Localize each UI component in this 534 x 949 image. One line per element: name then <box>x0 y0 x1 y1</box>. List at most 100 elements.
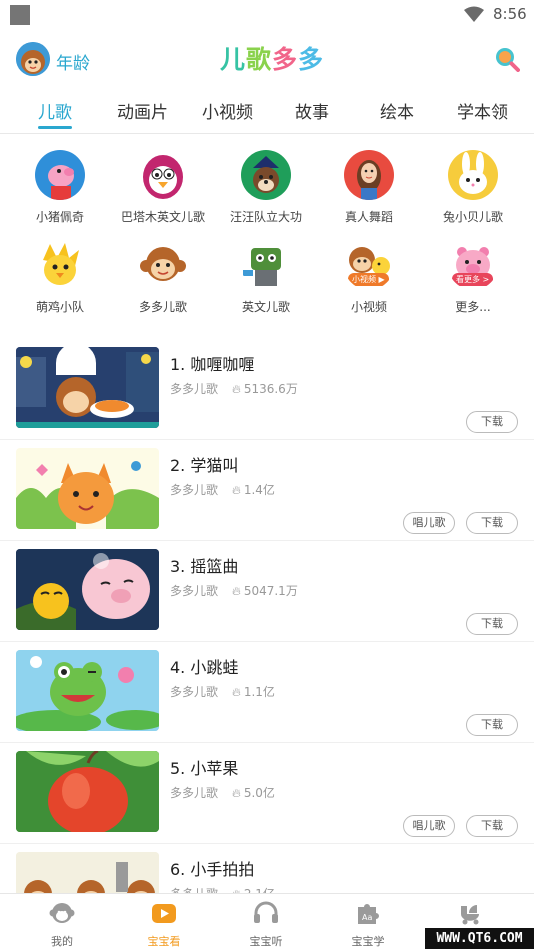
category-more[interactable]: 看更多 > 更多... <box>420 240 526 315</box>
avatar[interactable] <box>16 42 50 76</box>
category-live-dance[interactable]: 真人舞蹈 <box>316 150 422 225</box>
nav-watch[interactable]: 宝宝看 <box>124 900 204 949</box>
wifi-icon <box>464 6 484 22</box>
song-thumbnail <box>16 751 159 832</box>
age-selector[interactable]: 年龄 <box>56 49 90 74</box>
category-short-videos[interactable]: 小视频 ▶ 小视频 <box>316 240 422 315</box>
play-count: 1.4亿 <box>243 483 275 497</box>
play-count: 5136.6万 <box>243 382 298 396</box>
song-meta: 多多儿歌 🔥︎ 5.0亿 <box>170 784 275 801</box>
active-tab-indicator <box>38 126 72 129</box>
svg-text:Aa: Aa <box>362 913 372 922</box>
song-source: 多多儿歌 <box>170 786 219 800</box>
site-watermark: WWW.QT6.COM <box>425 928 534 949</box>
girl-icon <box>344 150 394 200</box>
tab-cartoons[interactable]: 动画片 <box>117 98 168 123</box>
robot-icon <box>241 240 291 290</box>
list-item[interactable]: 5. 小苹果 多多儿歌 🔥︎ 5.0亿 唱儿歌 下载 <box>0 743 534 844</box>
song-source: 多多儿歌 <box>170 685 219 699</box>
play-tv-icon <box>152 904 176 923</box>
stroller-icon <box>461 905 479 925</box>
tab-picture-books[interactable]: 绘本 <box>380 98 414 123</box>
monkey-face-icon <box>49 903 75 923</box>
puzzle-icon: Aa <box>358 904 379 924</box>
song-title: 3. 摇篮曲 <box>170 557 239 576</box>
category-paw-patrol[interactable]: 汪汪队立大功 <box>213 150 319 225</box>
category-label: 兔小贝儿歌 <box>442 210 503 224</box>
short-video-badge: 小视频 ▶ <box>348 273 389 286</box>
song-title: 2. 学猫叫 <box>170 456 239 475</box>
fire-icon: 🔥︎ <box>232 584 241 598</box>
app-header: 年龄 儿歌多多 <box>0 30 534 88</box>
song-thumbnail <box>16 448 159 529</box>
penguin-icon <box>138 150 188 200</box>
download-button[interactable]: 下载 <box>466 512 518 534</box>
song-thumbnail <box>16 650 159 731</box>
app-logo: 儿歌多多 <box>220 45 325 74</box>
song-meta: 多多儿歌 🔥︎ 5136.6万 <box>170 380 298 397</box>
nav-label: 宝宝学 <box>351 935 385 948</box>
category-duoduo-songs[interactable]: 多多儿歌 <box>110 240 216 315</box>
nav-label: 宝宝看 <box>147 935 181 948</box>
category-batamu[interactable]: 巴塔木英文儿歌 <box>110 150 216 225</box>
headphones-icon <box>254 901 278 923</box>
song-thumbnail <box>16 549 159 630</box>
pig-more-icon: 看更多 > <box>448 240 498 290</box>
song-meta: 多多儿歌 🔥︎ 5047.1万 <box>170 582 298 599</box>
fire-icon: 🔥︎ <box>232 382 241 396</box>
clock: 8:56 <box>493 5 527 23</box>
nav-learn[interactable]: Aa 宝宝学 <box>328 900 408 949</box>
fire-icon: 🔥︎ <box>232 685 241 699</box>
song-title: 1. 咖喱咖喱 <box>170 355 255 374</box>
download-button[interactable]: 下载 <box>466 815 518 837</box>
chick-icon <box>35 240 85 290</box>
category-label: 更多... <box>455 300 491 314</box>
song-source: 多多儿歌 <box>170 483 219 497</box>
tab-learn-skills[interactable]: 学本领 <box>457 98 508 123</box>
category-label: 巴塔木英文儿歌 <box>120 210 205 224</box>
song-title: 5. 小苹果 <box>170 759 239 778</box>
tab-short-videos[interactable]: 小视频 <box>202 98 253 123</box>
song-title: 6. 小手拍拍 <box>170 860 255 879</box>
download-button[interactable]: 下载 <box>466 613 518 635</box>
tab-stories[interactable]: 故事 <box>295 98 329 123</box>
rabbit-icon <box>448 150 498 200</box>
notification-icon <box>10 5 30 25</box>
nav-listen[interactable]: 宝宝听 <box>226 900 306 949</box>
list-item[interactable]: 2. 学猫叫 多多儿歌 🔥︎ 1.4亿 唱儿歌 下载 <box>0 440 534 541</box>
sing-along-button[interactable]: 唱儿歌 <box>403 815 455 837</box>
category-peppa-pig[interactable]: 小猪佩奇 <box>7 150 113 225</box>
song-meta: 多多儿歌 🔥︎ 1.4亿 <box>170 481 275 498</box>
monkey-icon <box>138 240 188 290</box>
song-thumbnail <box>16 347 159 428</box>
song-title: 4. 小跳蛙 <box>170 658 239 677</box>
list-item[interactable]: 1. 咖喱咖喱 多多儿歌 🔥︎ 5136.6万 下载 <box>0 339 534 440</box>
category-label: 小猪佩奇 <box>35 210 84 224</box>
category-tabs: 儿歌 动画片 小视频 故事 绘本 学本领 <box>0 88 534 134</box>
category-english-songs[interactable]: 英文儿歌 <box>213 240 319 315</box>
nav-label: 我的 <box>51 935 73 948</box>
download-button[interactable]: 下载 <box>466 714 518 736</box>
song-meta: 多多儿歌 🔥︎ 1.1亿 <box>170 683 275 700</box>
see-more-badge: 看更多 > <box>452 273 494 286</box>
category-label: 萌鸡小队 <box>35 300 84 314</box>
song-source: 多多儿歌 <box>170 584 219 598</box>
download-button[interactable]: 下载 <box>466 411 518 433</box>
fire-icon: 🔥︎ <box>232 483 241 497</box>
category-label: 真人舞蹈 <box>344 210 393 224</box>
nav-label: 宝宝听 <box>249 935 283 948</box>
category-label: 汪汪队立大功 <box>229 210 302 224</box>
dog-icon <box>241 150 291 200</box>
search-icon[interactable] <box>494 46 520 72</box>
category-label: 小视频 <box>350 300 387 314</box>
list-item[interactable]: 3. 摇篮曲 多多儿歌 🔥︎ 5047.1万 下载 <box>0 541 534 642</box>
play-count: 5047.1万 <box>243 584 298 598</box>
sing-along-button[interactable]: 唱儿歌 <box>403 512 455 534</box>
tab-children-songs[interactable]: 儿歌 <box>38 98 72 123</box>
category-cute-chicks[interactable]: 萌鸡小队 <box>7 240 113 315</box>
category-label: 多多儿歌 <box>138 300 187 314</box>
nav-mine[interactable]: 我的 <box>22 900 102 949</box>
list-item[interactable]: 4. 小跳蛙 多多儿歌 🔥︎ 1.1亿 下载 <box>0 642 534 743</box>
category-rabbit[interactable]: 兔小贝儿歌 <box>420 150 526 225</box>
pig-icon <box>35 150 85 200</box>
